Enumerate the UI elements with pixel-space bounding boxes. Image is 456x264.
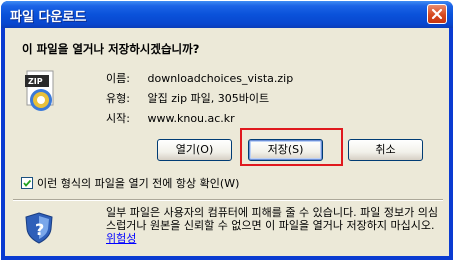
window-title: 파일 다운로드	[10, 10, 87, 25]
warning-message: 일부 파일은 사용자의 컴퓨터에 피해를 줄 수 있습니다. 파일 정보가 의심…	[106, 206, 438, 245]
risk-link[interactable]: 위험성	[106, 232, 136, 245]
file-type-label: 유형:	[106, 92, 130, 105]
dialog-question: 이 파일을 열거나 저장하시겠습니까?	[22, 42, 200, 56]
svg-text:ZIP: ZIP	[28, 77, 43, 86]
close-icon	[431, 8, 443, 20]
file-type-row: 유형: 알집 zip 파일, 305바이트	[106, 90, 269, 106]
file-name-value: downloadchoices_vista.zip	[147, 72, 294, 85]
svg-text:?: ?	[35, 220, 44, 239]
dialog-body: 이 파일을 열거나 저장하시겠습니까? ZIP 이름: downloadchoi…	[5, 28, 449, 256]
file-name-label: 이름:	[106, 72, 130, 85]
open-button[interactable]: 열기(O)	[157, 139, 232, 161]
checkmark-icon	[23, 179, 32, 187]
zip-file-icon: ZIP	[25, 70, 54, 111]
always-ask-label[interactable]: 이런 형식의 파일을 열기 전에 항상 확인(W)	[37, 175, 239, 191]
separator	[13, 199, 443, 201]
always-ask-option[interactable]: 이런 형식의 파일을 열기 전에 항상 확인(W)	[21, 175, 239, 191]
title-bar[interactable]: 파일 다운로드	[1, 1, 453, 28]
download-dialog-window: 파일 다운로드 이 파일을 열거나 저장하시겠습니까? ZIP 이름: down…	[1, 1, 453, 260]
file-source-label: 시작:	[106, 112, 130, 125]
file-type-value: 알집 zip 파일, 305바이트	[147, 92, 270, 105]
window-bottom-border	[1, 256, 453, 260]
shield-icon: ?	[25, 212, 53, 244]
file-name-row: 이름: downloadchoices_vista.zip	[106, 70, 293, 86]
file-source-value: www.knou.ac.kr	[147, 112, 235, 125]
save-button-highlight	[240, 128, 343, 166]
close-button[interactable]	[427, 4, 447, 24]
warning-text: 일부 파일은 사용자의 컴퓨터에 피해를 줄 수 있습니다. 파일 정보가 의심…	[106, 206, 438, 232]
cancel-button[interactable]: 취소	[348, 139, 423, 161]
file-source-row: 시작: www.knou.ac.kr	[106, 110, 235, 126]
always-ask-checkbox[interactable]	[21, 177, 33, 189]
